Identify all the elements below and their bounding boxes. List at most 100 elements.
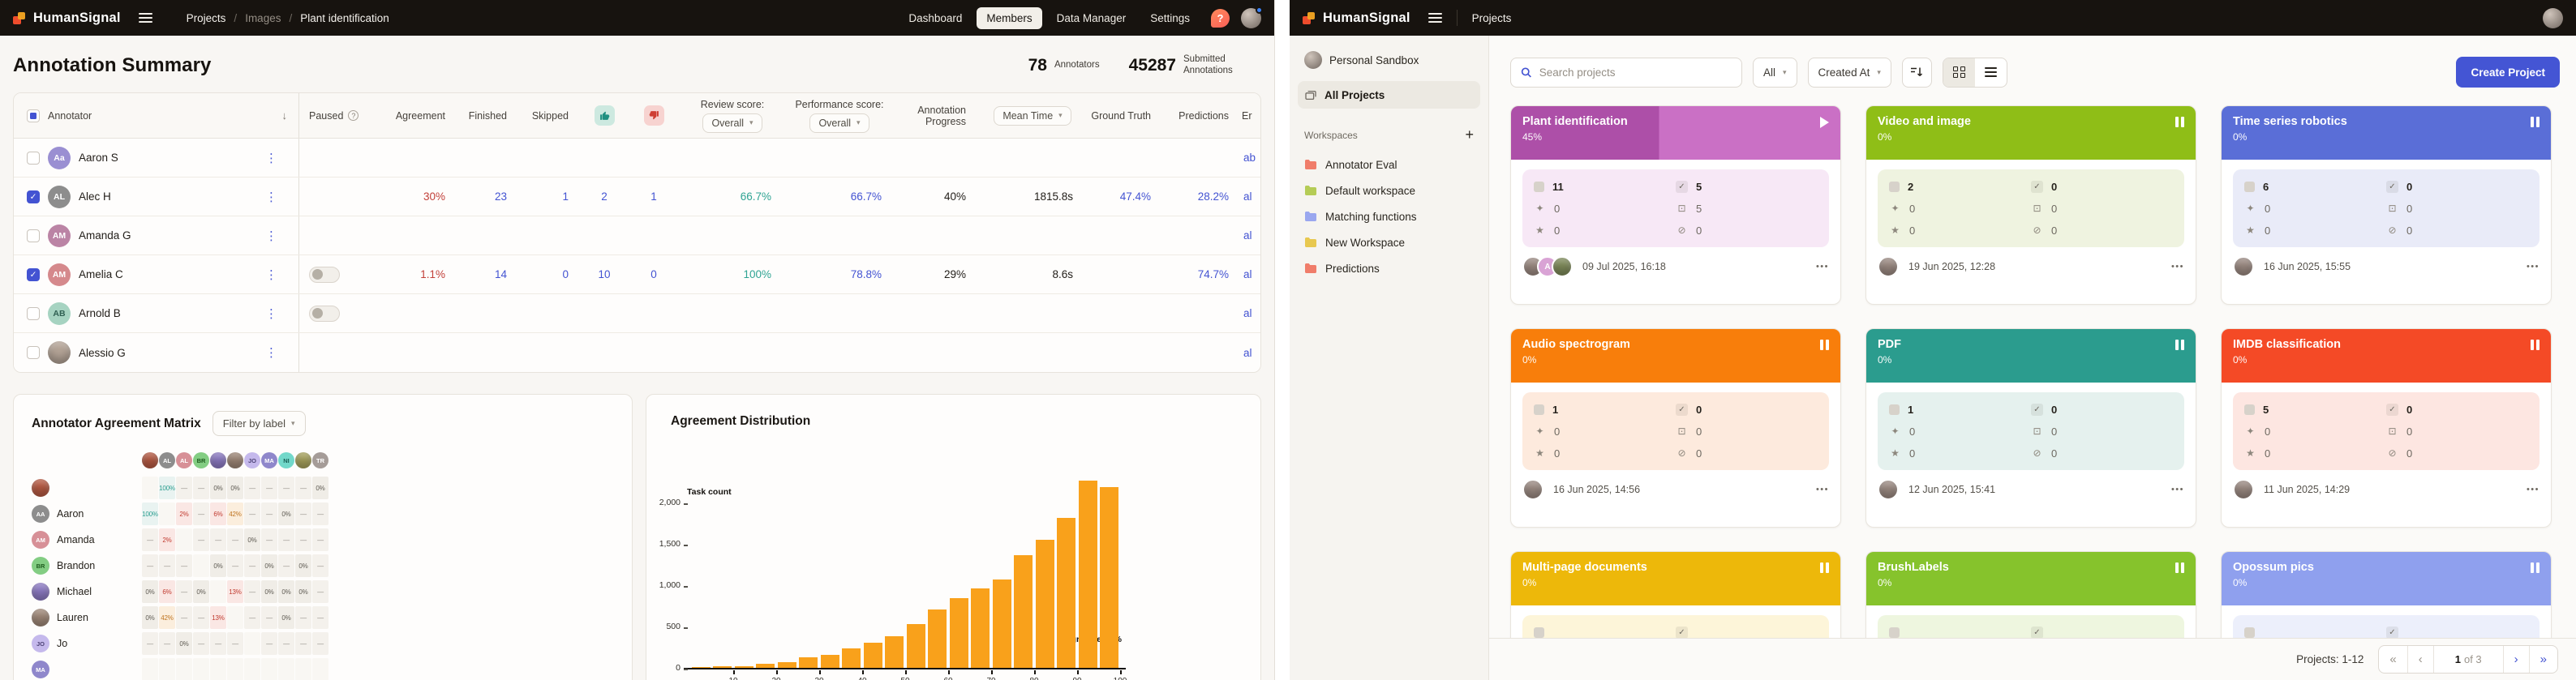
row-menu-kebab-icon[interactable]: ⋮ — [265, 267, 277, 282]
sidebar-item-all-projects[interactable]: All Projects — [1298, 81, 1480, 109]
matrix-cell — [142, 477, 158, 499]
paused-toggle[interactable] — [309, 266, 340, 283]
project-members — [1878, 256, 1899, 277]
breadcrumb-projects[interactable]: Projects — [187, 12, 226, 24]
sidebar-workspace-item[interactable]: Matching functions — [1298, 203, 1480, 229]
project-card[interactable]: IMDB classification 0% 5 ✦ 0 ★ 0 ✓ 0 ⊡ 0 ⊘ 0 11 Jun 2… — [2221, 328, 2552, 528]
brand-name: HumanSignal — [1323, 10, 1410, 25]
project-card[interactable]: Video and image 0% 2 ✦ 0 ★ 0 ✓ 0 ⊡ 0 ⊘ 0 19 Jun 2025,… — [1865, 105, 2196, 305]
review-score-select[interactable]: Overall ▾ — [702, 113, 762, 133]
row-checkbox[interactable] — [27, 229, 40, 242]
nav-data-manager[interactable]: Data Manager — [1047, 7, 1136, 29]
list-view-button[interactable] — [1975, 58, 2007, 87]
project-members: A — [1522, 256, 1573, 277]
link-value[interactable]: al — [1242, 268, 1260, 280]
link-value[interactable]: al — [1242, 347, 1260, 359]
pause-icon[interactable] — [2175, 117, 2184, 127]
personal-sandbox-label: Personal Sandbox — [1329, 53, 1419, 66]
link-value[interactable]: al — [1242, 307, 1260, 319]
matrix-cell: — — [142, 632, 158, 655]
row-menu-kebab-icon[interactable]: ⋮ — [265, 306, 277, 321]
hamburger-menu-icon[interactable] — [1428, 11, 1442, 26]
sidebar-item-personal-sandbox[interactable]: Personal Sandbox — [1298, 47, 1480, 73]
project-menu-dots-icon[interactable]: ••• — [1816, 485, 1829, 494]
mean-time-select[interactable]: Mean Time ▾ — [994, 105, 1071, 126]
filter-all-select[interactable]: All ▾ — [1753, 57, 1797, 88]
matrix-cell: 0% — [142, 606, 158, 629]
annotator-cell: ✓ AM Amelia C ⋮ — [14, 255, 299, 293]
pause-icon[interactable] — [2531, 562, 2540, 573]
help-button[interactable]: ? — [1211, 8, 1230, 28]
y-tick-mark — [684, 503, 688, 505]
project-members — [2233, 256, 2254, 277]
pause-icon[interactable] — [2531, 340, 2540, 350]
project-title: IMDB classification — [2233, 338, 2341, 351]
user-avatar[interactable] — [2543, 7, 2563, 28]
row-checkbox[interactable] — [27, 151, 40, 165]
project-menu-dots-icon[interactable]: ••• — [2527, 485, 2540, 494]
row-checkbox[interactable]: ✓ — [27, 267, 40, 281]
sidebar-workspace-item[interactable]: Default workspace — [1298, 177, 1480, 203]
select-all-checkbox[interactable] — [27, 109, 40, 122]
extra-header: Er — [1242, 109, 1252, 122]
row-menu-kebab-icon[interactable]: ⋮ — [265, 345, 277, 360]
hamburger-menu-icon[interactable] — [138, 11, 152, 26]
pause-icon[interactable] — [1820, 340, 1829, 350]
sidebar-workspace-item[interactable]: Annotator Eval — [1298, 152, 1480, 177]
search-input[interactable] — [1539, 66, 1732, 79]
sidebar-workspace-item[interactable]: New Workspace — [1298, 229, 1480, 255]
reviewed-count: ★ 0 — [2244, 221, 2386, 239]
tasks-icon — [1889, 627, 1900, 638]
row-menu-kebab-icon[interactable]: ⋮ — [265, 190, 277, 204]
chart-bar — [842, 648, 861, 669]
last-page-button[interactable]: » — [2528, 646, 2557, 673]
project-card[interactable]: PDF 0% 1 ✦ 0 ★ 0 ✓ 0 ⊡ 0 ⊘ 0 12 Jun 2025, 15:41 ••• — [1865, 328, 2196, 528]
project-menu-dots-icon[interactable]: ••• — [1816, 262, 1829, 272]
play-icon[interactable] — [1820, 117, 1829, 128]
mean_time-value: 1815.8s — [1033, 190, 1073, 203]
link-value[interactable]: al — [1242, 229, 1260, 242]
row-checkbox[interactable] — [27, 346, 40, 359]
pause-icon[interactable] — [2175, 340, 2184, 350]
pause-icon[interactable] — [2175, 562, 2184, 573]
project-card[interactable]: Plant identification 45% 11 ✦ 0 ★ 0 ✓ 5 ⊡ 5 ⊘ 0 A 09 J… — [1510, 105, 1841, 305]
row-menu-kebab-icon[interactable]: ⋮ — [265, 151, 277, 165]
predictions-count: ✦ 0 — [2244, 422, 2386, 440]
pause-icon[interactable] — [2531, 117, 2540, 127]
prev-page-button[interactable]: ‹ — [2406, 646, 2433, 673]
project-menu-dots-icon[interactable]: ••• — [2527, 262, 2540, 272]
pause-icon[interactable] — [1820, 562, 1829, 573]
info-icon[interactable]: ? — [348, 110, 359, 121]
reviewed-count: ★ 0 — [1534, 444, 1676, 462]
project-card[interactable]: Audio spectrogram 0% 1 ✦ 0 ★ 0 ✓ 0 ⊡ 0 ⊘ 0 16 Jun 202… — [1510, 328, 1841, 528]
project-card[interactable]: Time series robotics 0% 6 ✦ 0 ★ 0 ✓ 0 ⊡ 0 ⊘ 0 16 Jun … — [2221, 105, 2552, 305]
first-page-button[interactable]: « — [2379, 646, 2406, 673]
paused-toggle[interactable] — [309, 305, 340, 322]
add-workspace-button[interactable]: + — [1465, 126, 1474, 143]
row-checkbox[interactable] — [27, 306, 40, 320]
predictions-count: ✦ 0 — [1534, 199, 1676, 217]
link-value[interactable]: al — [1242, 190, 1260, 203]
grid-view-button[interactable] — [1943, 58, 1975, 87]
row-menu-kebab-icon[interactable]: ⋮ — [265, 229, 277, 243]
breadcrumb-images[interactable]: Images — [245, 12, 281, 24]
nav-dashboard[interactable]: Dashboard — [899, 7, 972, 29]
filter-by-label-select[interactable]: Filter by label ▾ — [212, 411, 306, 436]
sidebar-workspace-item[interactable]: Predictions — [1298, 255, 1480, 281]
sort-by-select[interactable]: Created At ▾ — [1807, 57, 1891, 88]
link-value[interactable]: ab — [1242, 152, 1260, 164]
create-project-button[interactable]: Create Project — [2456, 57, 2560, 88]
nav-settings[interactable]: Settings — [1140, 7, 1200, 29]
performance-score-select[interactable]: Overall ▾ — [809, 113, 869, 133]
tasks-count: 5 — [2244, 400, 2386, 418]
nav-members[interactable]: Members — [977, 6, 1042, 29]
sort-desc-icon[interactable]: ↓ — [282, 109, 288, 122]
sort-order-button[interactable] — [1901, 57, 1932, 88]
skipped-header: Skipped — [531, 109, 569, 122]
project-menu-dots-icon[interactable]: ••• — [2171, 262, 2184, 272]
row-checkbox[interactable]: ✓ — [27, 190, 40, 203]
matrix-cell: 0% — [176, 632, 192, 655]
next-page-button[interactable]: › — [2502, 646, 2529, 673]
user-avatar[interactable] — [1241, 6, 1263, 28]
project-menu-dots-icon[interactable]: ••• — [2171, 485, 2184, 494]
